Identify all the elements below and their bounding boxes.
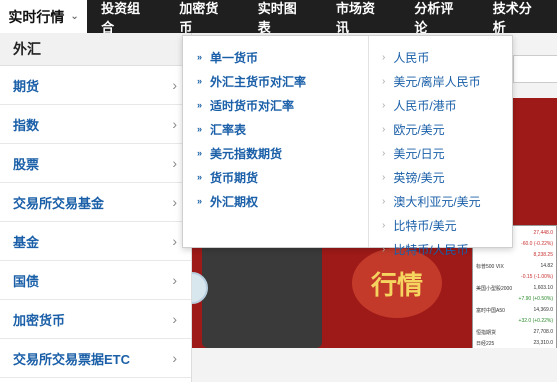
quote-row: 标普500 VIX 14.82	[476, 263, 553, 270]
tab-news[interactable]: 市场资讯	[322, 0, 400, 35]
bullet-icon: »	[197, 76, 203, 86]
bullet-icon: »	[197, 148, 203, 158]
menu-item-pair[interactable]: › 澳大利亚元/美元	[382, 189, 512, 213]
quote-row: -0.15 (-1.00%)	[521, 274, 553, 280]
menu-item-dollar-index[interactable]: » 美元指数期货	[197, 141, 368, 165]
forex-dropdown-menu: » 单一货币 » 外汇主货币对汇率 » 适时货币对汇率 » 汇率表 » 美元指数期货 » 货…	[182, 35, 513, 257]
chevron-right-icon: ›	[172, 77, 177, 93]
quote-row: +32.0 (+0.22%)	[518, 318, 553, 324]
tab-analysis[interactable]: 分析评论	[400, 0, 478, 35]
sidebar-item-label: 股票	[13, 156, 40, 172]
page-background-bottom	[192, 348, 557, 382]
sidebar-item-label: 期货	[13, 78, 40, 94]
sidebar-item-futures[interactable]: 期货 ›	[0, 66, 191, 105]
bullet-icon: »	[197, 196, 203, 206]
sidebar-item-label: 交易所交易基金	[13, 195, 105, 211]
sidebar-item-indices[interactable]: 指数 ›	[0, 105, 191, 144]
chevron-right-icon: ›	[172, 311, 177, 327]
quote-row: 富时中国A50 14,369.0	[476, 307, 553, 314]
chevron-right-icon: ›	[382, 123, 386, 135]
bullet-icon: »	[197, 52, 203, 62]
menu-item-pair[interactable]: › 比特币/人民币	[382, 237, 512, 261]
chevron-right-icon: ›	[382, 243, 386, 255]
menu-item-pair[interactable]: › 美元/日元	[382, 141, 512, 165]
quote-row: 美国小型股2000 1,603.10	[476, 285, 553, 292]
chevron-right-icon: ›	[172, 194, 177, 210]
bullet-icon: »	[197, 124, 203, 134]
chevron-right-icon: ›	[382, 51, 386, 63]
forex-menu-column-1: » 单一货币 » 外汇主货币对汇率 » 适时货币对汇率 » 汇率表 » 美元指数期货 » 货…	[183, 36, 368, 247]
menu-item-pair[interactable]: › 比特币/美元	[382, 213, 512, 237]
forex-menu-column-2: › 人民币 › 美元/离岸人民币 › 人民币/港币 › 欧元/美元 › 美元/日元 › 英镑…	[369, 36, 512, 257]
menu-item-pair[interactable]: › 美元/离岸人民币	[382, 69, 512, 93]
chevron-right-icon: ›	[382, 147, 386, 159]
quote-row: +7.90 (+0.50%)	[518, 296, 553, 302]
menu-item-currency-futures[interactable]: » 货币期货	[197, 165, 368, 189]
chevron-right-icon: ›	[382, 195, 386, 207]
chevron-right-icon: ›	[382, 75, 386, 87]
chevron-right-icon: ›	[382, 219, 386, 231]
sidebar-item-etc[interactable]: 交易所交易票据ETC ›	[0, 339, 191, 378]
chevron-right-icon: ›	[172, 272, 177, 288]
sidebar-item-stocks[interactable]: 股票 ›	[0, 144, 191, 183]
menu-item-cross-pairs[interactable]: » 适时货币对汇率	[197, 93, 368, 117]
chevron-right-icon: ›	[172, 116, 177, 132]
sidebar-item-crypto[interactable]: 加密货币 ›	[0, 300, 191, 339]
menu-item-pair[interactable]: › 人民币/港币	[382, 93, 512, 117]
sidebar-item-funds[interactable]: 基金 ›	[0, 222, 191, 261]
sidebar-item-label: 国债	[13, 273, 40, 289]
menu-item-fx-options[interactable]: » 外汇期权	[197, 189, 368, 213]
bullet-icon: »	[197, 172, 203, 182]
sidebar-header-forex[interactable]: 外汇	[0, 33, 191, 66]
sidebar-item-label: 指数	[13, 117, 40, 133]
tab-crypto[interactable]: 加密货币	[165, 0, 243, 35]
tab-realtime-quotes-label: 实时行情	[8, 8, 65, 25]
chevron-right-icon: ›	[172, 233, 177, 249]
chevron-right-icon: ›	[382, 99, 386, 111]
tab-portfolio[interactable]: 投资组合	[87, 0, 165, 35]
chevron-right-icon: ›	[172, 350, 177, 366]
menu-item-rates-table[interactable]: » 汇率表	[197, 117, 368, 141]
tab-live-charts[interactable]: 实时图表	[244, 0, 322, 35]
sidebar-item-label: 加密货币	[13, 312, 66, 328]
menu-item-pair[interactable]: › 欧元/美元	[382, 117, 512, 141]
tab-technical[interactable]: 技术分析	[479, 0, 557, 35]
sidebar-item-etfs[interactable]: 交易所交易基金 ›	[0, 183, 191, 222]
bullet-icon: »	[197, 100, 203, 110]
sidebar-item-bonds[interactable]: 国债 ›	[0, 261, 191, 300]
menu-item-major-pairs[interactable]: » 外汇主货币对汇率	[197, 69, 368, 93]
menu-item-pair[interactable]: › 人民币	[382, 45, 512, 69]
menu-item-single-currency[interactable]: » 单一货币	[197, 45, 368, 69]
banner-person-image	[202, 238, 322, 348]
chevron-right-icon: ›	[172, 155, 177, 171]
menu-item-pair[interactable]: › 英镑/美元	[382, 165, 512, 189]
tab-realtime-quotes[interactable]: 实时行情 ⌄	[0, 0, 88, 33]
chevron-down-icon: ⌄	[70, 11, 79, 22]
chevron-right-icon: ›	[382, 171, 386, 183]
top-nav: 实时行情 ⌄ 投资组合 加密货币 实时图表 市场资讯 分析评论 技术分析	[0, 0, 557, 35]
sidebar-item-label: 基金	[13, 234, 40, 250]
quote-row: 恒指期货 27,708.0	[476, 329, 553, 336]
search-input[interactable]	[513, 55, 557, 83]
category-sidebar: 外汇 期货 › 指数 › 股票 › 交易所交易基金 › 基金 › 国债 › 加密货币 › 交易…	[0, 33, 192, 382]
sidebar-item-label: 交易所交易票据ETC	[13, 351, 131, 367]
